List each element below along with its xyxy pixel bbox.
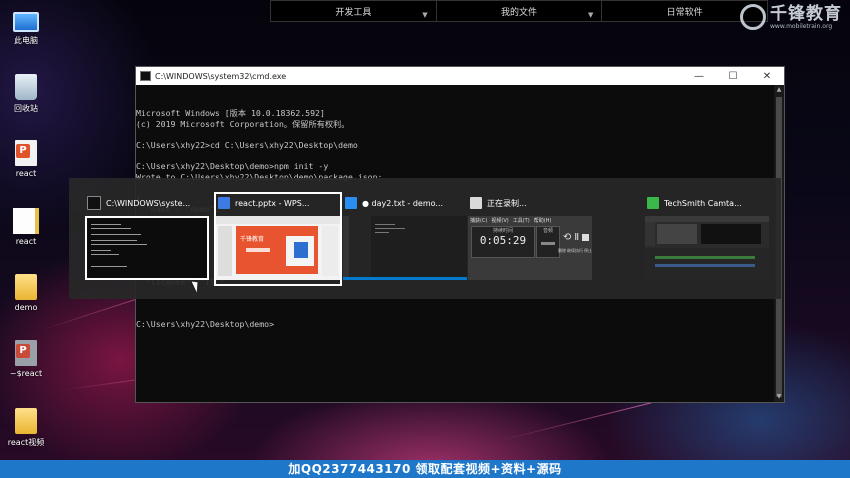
toolbar-item-label: 开发工具 [335, 7, 372, 18]
window-thumbnail: 千锋教育 [216, 216, 340, 280]
promo-banner: 加QQ2377443170 领取配套视频+资料+源码 [0, 460, 850, 478]
desktop-icon-label: ~$react [9, 369, 43, 378]
desktop-icon-label: react [15, 169, 37, 178]
recorder-menu-video: 视频(V) [491, 218, 509, 224]
recorder-audio-label: 音频 [542, 228, 553, 234]
watermark-url: www.mobiletrain.org [770, 22, 833, 30]
minimize-button[interactable]: — [682, 71, 716, 82]
camtasia-icon [647, 197, 659, 209]
document-file-icon [13, 208, 39, 234]
caret-down-icon: ▼ [422, 11, 428, 19]
toolbar-item-dev-tools[interactable]: 开发工具 ▼ [271, 1, 437, 21]
recorder-time: 0:05:29 [479, 234, 527, 247]
desktop-icon-temp-react[interactable]: ~$react [0, 340, 52, 378]
recorder-duration-label: 持续时间 [492, 228, 513, 234]
switcher-tile-title: react.pptx - WPS... [235, 198, 310, 208]
logo-icon [740, 4, 766, 30]
recorder-icon [470, 197, 482, 209]
cmd-line [136, 129, 774, 140]
window-thumbnail: 捕获(C) 视频(V) 工具(T) 帮助(H) 持续时间 0:05:29 音频 … [468, 216, 592, 280]
desktop-icon-label: 回收站 [14, 104, 38, 113]
vscode-icon [345, 197, 357, 209]
recorder-stop-label: 停止 [584, 248, 592, 253]
cmd-line [136, 151, 774, 162]
top-toolbar: 开发工具 ▼ 我的文件 ▼ 日常软件 [270, 0, 768, 22]
maximize-button[interactable]: ☐ [716, 71, 750, 82]
ppt-logo-text: 千锋教育 [240, 236, 265, 243]
desktop-icon-this-pc[interactable]: 此电脑 [0, 6, 52, 46]
cmd-line [136, 298, 274, 309]
temp-file-icon [15, 340, 37, 366]
stop-icon [582, 233, 590, 241]
desktop-icon-demo-folder[interactable]: demo [0, 274, 52, 312]
switcher-tile-title: ● day2.txt - demo... [362, 198, 444, 208]
toolbar-item-my-files[interactable]: 我的文件 ▼ [437, 1, 603, 21]
switcher-tile-title: C:\WINDOWS\syste... [106, 198, 191, 208]
cmd-icon [140, 71, 151, 81]
cmd-title: C:\WINDOWS\system32\cmd.exe [155, 71, 287, 81]
cmd-line: C:\Users\xhy22\Desktop\demo> [136, 319, 275, 330]
desktop-icon-react-pptx[interactable]: react [0, 140, 52, 178]
desktop-icon-label: 此电脑 [14, 36, 38, 45]
recorder-menu-tools: 工具(T) [512, 218, 530, 224]
pptx-file-icon [15, 140, 37, 166]
task-switcher: C:\WINDOWS\syste... react.pptx - WPS... [69, 178, 781, 299]
caret-down-icon: ▼ [587, 11, 594, 19]
cmd-line: Microsoft Windows [版本 10.0.18362.592] [136, 108, 325, 119]
desktop-icon-label: react视频 [7, 438, 45, 447]
close-button[interactable]: ✕ [750, 71, 784, 82]
cmd-line: (c) 2019 Microsoft Corporation。保留所有权利。 [136, 118, 350, 129]
recorder-menu-capture: 捕获(C) [470, 218, 488, 224]
wps-presentation-icon [218, 197, 230, 209]
recycle-bin-icon [15, 74, 37, 100]
desktop-icon-react-doc[interactable]: react [0, 208, 52, 246]
watermark-logo: 千锋教育 www.mobiletrain.org [740, 4, 842, 30]
switcher-tile-recorder[interactable]: 正在录制... 捕获(C) 视频(V) 工具(T) 帮助(H) 持续时间 0:0… [468, 194, 592, 284]
watermark-title: 千锋教育 [770, 3, 842, 24]
cmd-line: C:\Users\xhy22\Desktop\demo>npm init -y [136, 161, 329, 172]
cmd-line [136, 309, 274, 320]
switcher-tile-wps[interactable]: react.pptx - WPS... 千锋教育 [214, 192, 342, 286]
window-thumbnail [343, 216, 467, 280]
scroll-down-icon[interactable]: ▼ [774, 392, 784, 402]
switcher-tile-camtasia[interactable]: TechSmith Camta... [645, 194, 769, 284]
cmd-titlebar[interactable]: C:\WINDOWS\system32\cmd.exe — ☐ ✕ [136, 67, 784, 85]
pause-icon: Ⅱ [574, 231, 580, 243]
scroll-up-icon[interactable]: ▲ [774, 85, 784, 95]
folder-icon [15, 408, 37, 434]
window-thumbnail [645, 216, 769, 280]
restart-icon: ⟲ [562, 231, 572, 243]
toolbar-item-label: 日常软件 [666, 7, 703, 18]
cmd-line: C:\Users\xhy22>cd C:\Users\xhy22\Desktop… [136, 139, 358, 150]
recorder-menu-help: 帮助(H) [533, 218, 552, 224]
recorder-resume-label: 继续执行 [567, 248, 583, 253]
recorder-delete-label: 删除 [558, 248, 566, 253]
desktop-icon-label: react [15, 237, 37, 246]
desktop-icon-react-video-folder[interactable]: react视频 [0, 408, 52, 448]
switcher-tile-vscode[interactable]: ● day2.txt - demo... [343, 194, 467, 284]
switcher-tile-cmd[interactable]: C:\WINDOWS\syste... [85, 194, 209, 284]
cmd-icon [87, 196, 101, 210]
switcher-tile-title: TechSmith Camta... [664, 198, 742, 208]
toolbar-item-label: 我的文件 [501, 7, 538, 18]
switcher-tile-title: 正在录制... [487, 198, 527, 208]
desktop-icon-recycle-bin[interactable]: 回收站 [0, 74, 52, 114]
computer-icon [13, 12, 39, 32]
window-thumbnail [85, 216, 209, 280]
folder-icon [15, 274, 37, 300]
desktop-icon-label: demo [14, 303, 38, 312]
